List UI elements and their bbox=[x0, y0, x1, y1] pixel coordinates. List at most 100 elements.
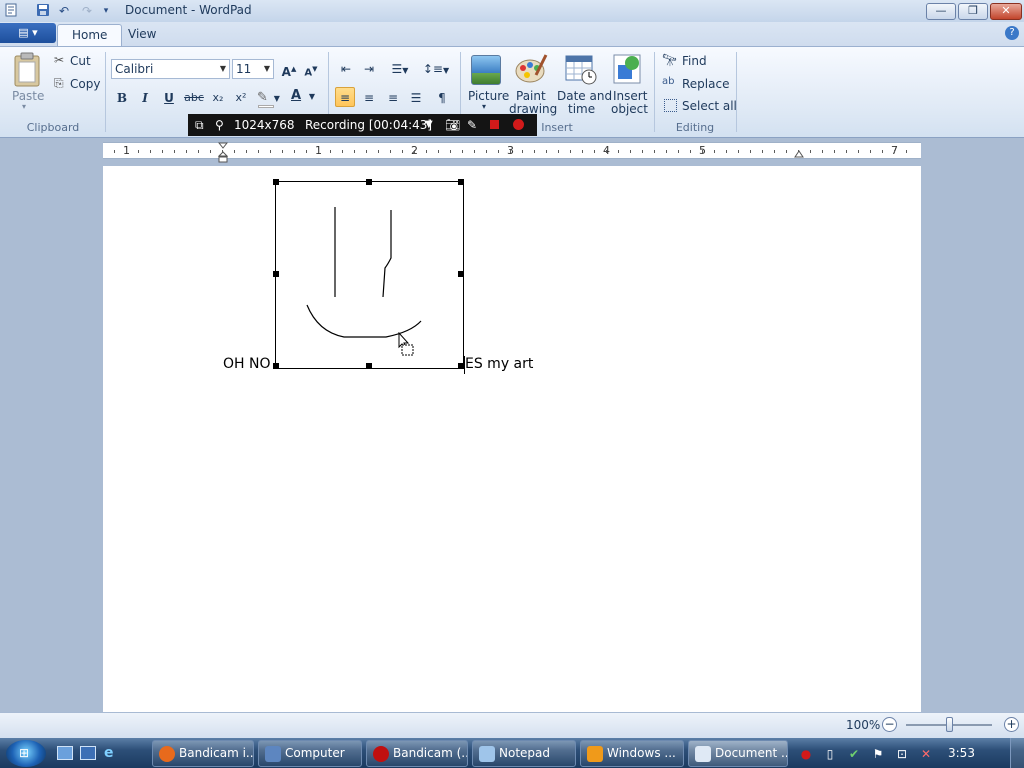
bold-button[interactable]: B bbox=[112, 88, 132, 108]
font-family-select[interactable]: Calibri ▼ bbox=[111, 59, 230, 79]
pause-icon[interactable] bbox=[490, 120, 499, 129]
switch-windows-icon[interactable] bbox=[80, 746, 96, 760]
ruler-tick bbox=[318, 150, 319, 153]
customize-qat-chevron-icon[interactable]: ▾ bbox=[98, 3, 114, 19]
ruler-tick bbox=[894, 150, 895, 153]
indent-marker-icon[interactable] bbox=[217, 142, 229, 164]
copy-button[interactable]: Copy bbox=[70, 77, 100, 91]
show-desktop-button[interactable] bbox=[1010, 738, 1024, 768]
network-icon[interactable]: ⊡ bbox=[894, 746, 910, 762]
paint-drawing-label-1[interactable]: Paint bbox=[516, 89, 546, 103]
align-left-button[interactable]: ≡ bbox=[335, 87, 355, 107]
bandicam-tray-icon[interactable]: ● bbox=[798, 746, 814, 762]
pencil-icon[interactable]: ✎ bbox=[467, 114, 477, 136]
subscript-button[interactable]: x₂ bbox=[208, 88, 228, 108]
maximize-button[interactable]: ❐ bbox=[958, 3, 988, 20]
resize-handle[interactable] bbox=[273, 271, 279, 277]
paste-icon[interactable] bbox=[12, 52, 42, 88]
align-center-button[interactable]: ≡ bbox=[359, 88, 379, 108]
bullets-button[interactable]: ☰▼ bbox=[384, 59, 416, 79]
zoom-in-button[interactable]: + bbox=[1004, 717, 1019, 732]
highlight-color-button[interactable]: ✎ ▼ bbox=[257, 90, 289, 108]
ruler-tick bbox=[342, 150, 343, 153]
clock[interactable]: 3:53 bbox=[948, 746, 975, 760]
paste-button[interactable]: Paste bbox=[12, 89, 44, 103]
security-tray-icon[interactable]: ✔ bbox=[846, 746, 862, 762]
ruler-tick bbox=[270, 150, 271, 153]
insert-object-label-1[interactable]: Insert bbox=[613, 89, 647, 103]
camera-icon[interactable]: 📷︎ bbox=[445, 114, 460, 136]
resize-handle[interactable] bbox=[366, 363, 372, 369]
resize-handle[interactable] bbox=[273, 179, 279, 185]
tab-view[interactable]: View bbox=[114, 24, 170, 46]
italic-button[interactable]: I bbox=[135, 88, 155, 108]
strikethrough-button[interactable]: abc bbox=[182, 88, 206, 108]
internet-explorer-icon[interactable]: e bbox=[104, 745, 114, 761]
increase-indent-icon[interactable]: ⇥ bbox=[359, 59, 379, 79]
record-icon[interactable] bbox=[513, 119, 524, 130]
start-button[interactable]: ⊞ bbox=[6, 740, 46, 767]
insert-object-icon[interactable] bbox=[612, 53, 644, 85]
picture-icon[interactable] bbox=[471, 55, 501, 85]
volume-muted-icon[interactable]: ✕ bbox=[918, 746, 934, 762]
decrease-indent-icon[interactable]: ⇤ bbox=[336, 59, 356, 79]
resize-handle[interactable] bbox=[366, 179, 372, 185]
document-tray-icon[interactable]: ▯ bbox=[822, 746, 838, 762]
grow-font-button[interactable]: A▲ bbox=[279, 59, 299, 79]
shrink-font-button[interactable]: A▼ bbox=[301, 59, 321, 79]
ruler-tick bbox=[462, 150, 463, 153]
ruler-tick bbox=[246, 150, 247, 153]
save-icon[interactable] bbox=[35, 3, 51, 19]
taskbar-item-document[interactable]: Document ... bbox=[688, 740, 788, 767]
taskbar-item-notepad[interactable]: Notepad bbox=[472, 740, 576, 767]
taskbar-item-bandicam-2[interactable]: Bandicam (... bbox=[366, 740, 468, 767]
line-spacing-button[interactable]: ↕≡▼ bbox=[420, 59, 452, 79]
calendar-clock-icon[interactable] bbox=[565, 53, 597, 85]
date-time-label-1[interactable]: Date and bbox=[557, 89, 612, 103]
resize-handle[interactable] bbox=[458, 271, 464, 277]
zoom-out-button[interactable]: − bbox=[882, 717, 897, 732]
justify-button[interactable]: ☰ bbox=[406, 88, 426, 108]
date-time-label-2[interactable]: time bbox=[568, 102, 595, 116]
application-menu-button[interactable]: ▤ ▾ bbox=[0, 23, 56, 43]
picture-button[interactable]: Picture bbox=[468, 89, 509, 103]
align-right-button[interactable]: ≡ bbox=[383, 88, 403, 108]
select-all-button[interactable]: Select all bbox=[682, 99, 737, 113]
taskbar-item-bandicam-1[interactable]: Bandicam i... bbox=[152, 740, 254, 767]
chevron-down-icon[interactable]: ▼ bbox=[425, 114, 433, 136]
undo-icon[interactable]: ↶ bbox=[56, 3, 72, 19]
tab-home[interactable]: Home bbox=[57, 24, 123, 46]
underline-button[interactable]: U bbox=[159, 88, 179, 108]
cut-button[interactable]: Cut bbox=[70, 54, 91, 68]
font-size-select[interactable]: 11 ▼ bbox=[232, 59, 274, 79]
paragraph-settings-button[interactable]: ¶ bbox=[432, 88, 452, 108]
taskbar-item-windows-media[interactable]: Windows ... bbox=[580, 740, 684, 767]
redo-icon[interactable]: ↷ bbox=[79, 3, 95, 19]
resize-handle[interactable] bbox=[273, 363, 279, 369]
picture-dropdown-chevron-icon[interactable]: ▾ bbox=[482, 102, 486, 111]
window-mode-icon[interactable]: ⧉ bbox=[195, 114, 204, 136]
ruler-tick bbox=[510, 150, 511, 153]
paint-palette-icon[interactable] bbox=[514, 53, 548, 85]
font-color-button[interactable]: A ▼ bbox=[291, 88, 321, 108]
right-indent-marker-icon[interactable] bbox=[794, 148, 804, 158]
wordpad-app-icon[interactable] bbox=[3, 3, 19, 19]
replace-button[interactable]: Replace bbox=[682, 77, 729, 91]
document-page[interactable] bbox=[103, 166, 921, 712]
resize-handle[interactable] bbox=[458, 179, 464, 185]
insert-object-label-2[interactable]: object bbox=[611, 102, 648, 116]
help-icon[interactable]: ? bbox=[1005, 26, 1019, 40]
ruler-tick bbox=[354, 150, 355, 153]
show-desktop-icon[interactable] bbox=[57, 746, 73, 760]
search-icon[interactable]: ⚲ bbox=[215, 114, 224, 136]
minimize-button[interactable]: — bbox=[926, 3, 956, 20]
paste-dropdown-chevron-icon[interactable]: ▾ bbox=[22, 102, 26, 111]
find-button[interactable]: Find bbox=[682, 54, 707, 68]
paint-drawing-object[interactable] bbox=[273, 179, 464, 369]
taskbar-item-computer[interactable]: Computer bbox=[258, 740, 362, 767]
close-button[interactable]: ✕ bbox=[990, 3, 1022, 20]
flag-icon[interactable]: ⚑ bbox=[870, 746, 886, 762]
zoom-slider-thumb[interactable] bbox=[946, 717, 953, 732]
ribbon-separator bbox=[654, 52, 655, 132]
superscript-button[interactable]: x² bbox=[231, 88, 251, 108]
